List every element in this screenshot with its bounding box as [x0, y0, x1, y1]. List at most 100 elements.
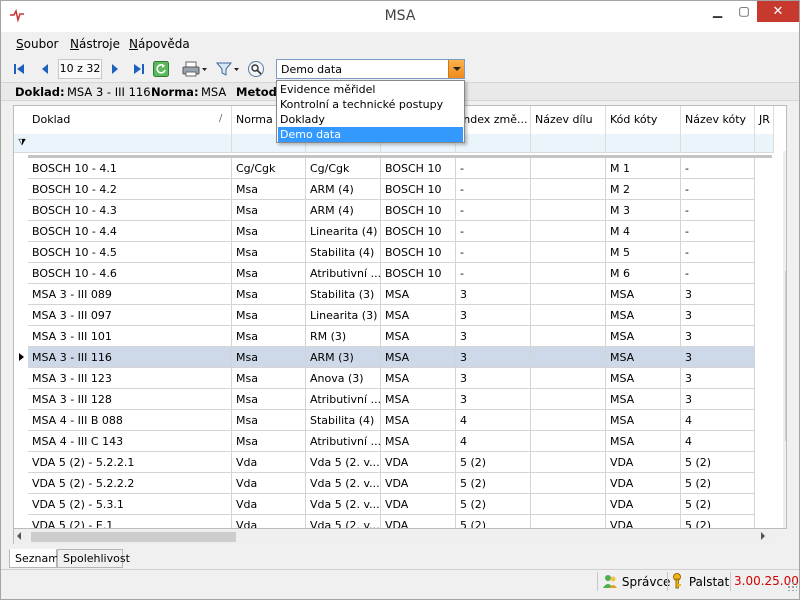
- column-header[interactable]: Kód kóty: [606, 106, 681, 134]
- table-cell: -: [681, 263, 755, 284]
- filter-cell[interactable]: [606, 134, 681, 153]
- table-row[interactable]: VDA 5 (2) - 5.3.1 Vda Vda 5 (2. v... VDA 5 (…: [14, 494, 774, 515]
- filter-button[interactable]: [215, 59, 243, 79]
- table-cell: [531, 284, 606, 305]
- dataset-select[interactable]: Demo data: [276, 59, 465, 79]
- table-row[interactable]: BOSCH 10 - 4.5 Msa Stabilita (4) BOSCH 10- M…: [14, 242, 774, 263]
- menu-napoveda[interactable]: Nápověda: [129, 37, 190, 51]
- table-cell: 5 (2): [456, 452, 531, 473]
- table-row[interactable]: BOSCH 10 - 4.3 Msa ARM (4) BOSCH 10- M 3-: [14, 200, 774, 221]
- table-row[interactable]: BOSCH 10 - 4.6 Msa Atributivní ... BOSCH 10…: [14, 263, 774, 284]
- filter-cell[interactable]: [531, 134, 606, 153]
- filter-icon: [216, 62, 239, 76]
- table-cell: MSA: [606, 347, 681, 368]
- next-record-button[interactable]: [107, 59, 123, 79]
- table-row[interactable]: BOSCH 10 - 4.1 Cg/Cgk Cg/Cgk BOSCH 10- M 1-: [14, 158, 774, 179]
- tab-seznam[interactable]: Seznam: [9, 549, 59, 568]
- column-header[interactable]: Název kóty: [681, 106, 755, 134]
- table-cell: Atributivní ...: [306, 431, 381, 452]
- scroll-right-arrow-icon[interactable]: [761, 532, 765, 540]
- dataset-option-kontrolni-postupy[interactable]: Kontrolní a technické postupy: [278, 97, 463, 112]
- filter-cell[interactable]: [755, 134, 774, 153]
- records-grid: Doklad Norma Index změ... Název dílu Kód kót…: [13, 105, 787, 529]
- scroll-left-arrow-icon[interactable]: [17, 532, 21, 540]
- close-button[interactable]: ✕: [757, 1, 799, 22]
- tab-spolehlivost[interactable]: Spolehlivost: [57, 549, 130, 568]
- filter-cell[interactable]: [456, 134, 531, 153]
- first-record-button[interactable]: [11, 59, 27, 79]
- chevron-down-icon[interactable]: [448, 60, 464, 78]
- table-row[interactable]: BOSCH 10 - 4.4 Msa Linearita (4) BOSCH 10- M…: [14, 221, 774, 242]
- find-button[interactable]: [246, 59, 266, 79]
- table-row[interactable]: VDA 5 (2) - E.1 Vda Vda 5 (2. v... VDA 5 (2)…: [14, 515, 774, 528]
- table-cell: M 3: [606, 200, 681, 221]
- table-row[interactable]: MSA 3 - III 123 Msa Anova (3) MSA 3 MSA 3: [14, 368, 774, 389]
- table-cell: Msa: [232, 368, 306, 389]
- table-cell: MSA: [381, 347, 456, 368]
- table-cell: [531, 368, 606, 389]
- column-header[interactable]: Název dílu: [531, 106, 606, 134]
- table-row[interactable]: MSA 3 - III 101 Msa RM (3) MSA 3 MSA 3: [14, 326, 774, 347]
- user-icon: [603, 575, 617, 588]
- filter-cell[interactable]: [681, 134, 755, 153]
- table-cell: Msa: [232, 221, 306, 242]
- table-cell: BOSCH 10: [381, 221, 456, 242]
- table-cell: 3: [456, 347, 531, 368]
- table-row[interactable]: VDA 5 (2) - 5.2.2.2 Vda Vda 5 (2. v... VDA 5…: [14, 473, 774, 494]
- table-row[interactable]: BOSCH 10 - 4.2 Msa ARM (4) BOSCH 10- M 2-: [14, 179, 774, 200]
- table-cell: Cg/Cgk: [306, 158, 381, 179]
- table-cell: [531, 200, 606, 221]
- refresh-button[interactable]: [152, 59, 170, 79]
- table-row[interactable]: VDA 5 (2) - 5.2.2.1 Vda Vda 5 (2. v... VDA 5…: [14, 452, 774, 473]
- table-cell: 3: [456, 326, 531, 347]
- table-cell: 5 (2): [681, 473, 755, 494]
- status-palstat: Palstat: [671, 573, 729, 590]
- table-cell: BOSCH 10: [381, 179, 456, 200]
- table-cell: 3: [456, 284, 531, 305]
- table-cell: -: [456, 179, 531, 200]
- column-header[interactable]: Index změ...: [456, 106, 531, 134]
- menu-bar: Soubor Nástroje Nápověda: [1, 34, 799, 54]
- table-cell: BOSCH 10 - 4.4: [28, 221, 232, 242]
- table-row[interactable]: MSA 4 - III B 088 Msa Stabilita (4) MSA 4 MSA…: [14, 410, 774, 431]
- table-cell: Stabilita (3): [306, 284, 381, 305]
- table-cell: MSA: [381, 326, 456, 347]
- filter-cell[interactable]: [28, 134, 232, 153]
- vertical-scroll-thumb[interactable]: [785, 271, 786, 441]
- table-cell: [531, 179, 606, 200]
- table-row[interactable]: MSA 4 - III C 143 Msa Atributivní ... MSA 4 M…: [14, 431, 774, 452]
- previous-record-button[interactable]: [37, 59, 53, 79]
- current-row-indicator-icon: [19, 353, 24, 361]
- dataset-option-evidence-meridel[interactable]: Evidence měřidel: [278, 82, 463, 97]
- column-header[interactable]: JR: [755, 106, 774, 134]
- table-cell: -: [456, 200, 531, 221]
- table-cell: [531, 305, 606, 326]
- table-cell: 4: [456, 410, 531, 431]
- table-row[interactable]: MSA 3 - III 097 Msa Linearita (3) MSA 3 MSA 3: [14, 305, 774, 326]
- column-header[interactable]: Doklad: [28, 106, 232, 134]
- table-cell: BOSCH 10 - 4.2: [28, 179, 232, 200]
- table-cell: 3: [456, 389, 531, 410]
- table-cell: BOSCH 10: [381, 263, 456, 284]
- table-cell: 3: [681, 389, 755, 410]
- table-row[interactable]: MSA 3 - III 128 Msa Atributivní ... MSA 3 MSA…: [14, 389, 774, 410]
- menu-soubor[interactable]: Soubor: [16, 37, 58, 51]
- dataset-option-demo-data[interactable]: Demo data: [278, 127, 463, 142]
- table-cell: MSA: [606, 431, 681, 452]
- minimize-button[interactable]: ▁: [704, 1, 731, 22]
- table-cell: [531, 494, 606, 515]
- print-button[interactable]: [181, 59, 209, 79]
- resize-grip-icon[interactable]: [787, 581, 797, 591]
- table-cell: VDA: [606, 494, 681, 515]
- table-cell: VDA: [606, 473, 681, 494]
- doklad-value: MSA 3 - III 116: [67, 85, 151, 99]
- table-cell: MSA 3 - III 089: [28, 284, 232, 305]
- dataset-option-doklady[interactable]: Doklady: [278, 112, 463, 127]
- table-cell: BOSCH 10 - 4.5: [28, 242, 232, 263]
- table-row[interactable]: MSA 3 - III 089 Msa Stabilita (3) MSA 3 MSA 3: [14, 284, 774, 305]
- menu-nastroje[interactable]: Nástroje: [70, 37, 120, 51]
- maximize-button[interactable]: ▢: [731, 1, 757, 22]
- horizontal-scroll-thumb[interactable]: [31, 532, 236, 542]
- table-row[interactable]: MSA 3 - III 116 Msa ARM (3) MSA 3 MSA 3: [14, 347, 774, 368]
- last-record-button[interactable]: [131, 59, 147, 79]
